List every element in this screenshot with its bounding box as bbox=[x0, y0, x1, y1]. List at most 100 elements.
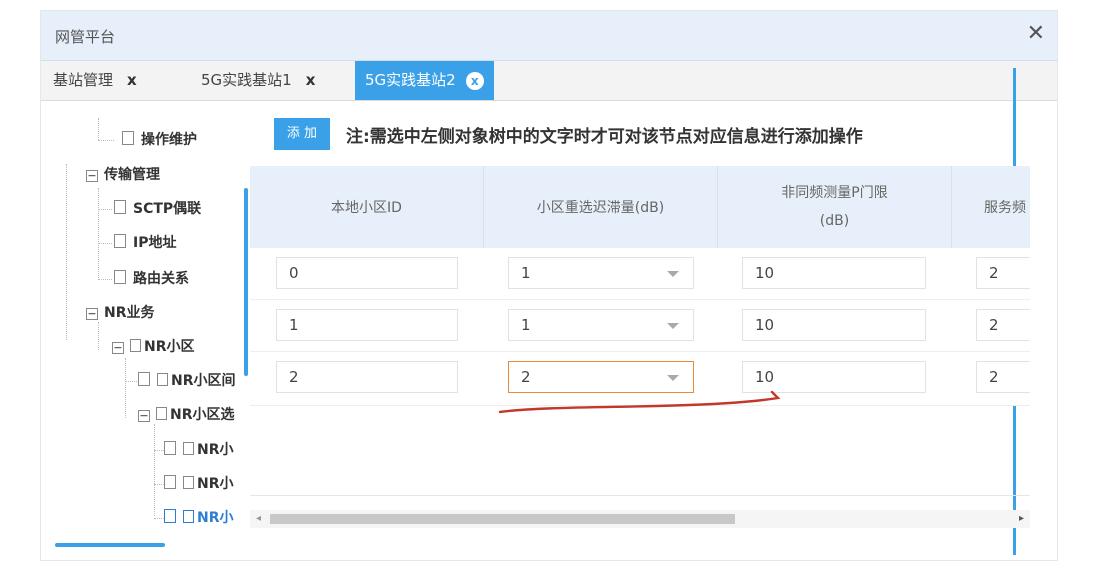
tree-item-label: IP地址 bbox=[133, 235, 177, 251]
service-freq-input[interactable]: 2 bbox=[976, 257, 1030, 289]
tree-item-sctp[interactable]: SCTP偶联 bbox=[114, 198, 201, 220]
tree-horizontal-scrollbar[interactable] bbox=[55, 543, 165, 547]
chevron-down-icon bbox=[667, 271, 679, 277]
tree-connector bbox=[98, 140, 114, 141]
document-icon bbox=[122, 131, 134, 145]
tab-close-icon[interactable]: x bbox=[465, 71, 484, 90]
document-icon bbox=[130, 339, 141, 352]
tree-connector bbox=[98, 188, 99, 280]
tree-item-ip-address[interactable]: IP地址 bbox=[114, 232, 176, 254]
tree-item-nr-sub-1[interactable]: NR小 bbox=[164, 439, 234, 461]
hysteresis-select[interactable]: 1 bbox=[508, 309, 694, 341]
tab-base-station-management[interactable]: 基站管理 x bbox=[53, 61, 137, 100]
hysteresis-select-focused[interactable]: 2 bbox=[508, 361, 694, 393]
collapse-icon[interactable]: − bbox=[112, 342, 124, 354]
tree-connector bbox=[98, 322, 99, 350]
tree-connector bbox=[154, 424, 155, 516]
tree-connector bbox=[154, 450, 164, 451]
service-freq-input[interactable]: 2 bbox=[976, 361, 1030, 393]
local-cell-id-input[interactable]: 1 bbox=[276, 309, 458, 341]
background-margin bbox=[0, 0, 40, 561]
tree-item-label: NR小 bbox=[197, 510, 234, 526]
column-header-measure-threshold: 非同频测量P门限 (dB) bbox=[718, 166, 952, 248]
tree-vertical-scrollbar[interactable] bbox=[244, 188, 248, 376]
tree-item-ops-maintenance[interactable]: 操作维护 bbox=[122, 129, 197, 151]
tab-label: 5G实践基站1 bbox=[201, 71, 292, 89]
document-icon bbox=[164, 475, 176, 489]
column-header-service-freq: 服务频 bbox=[984, 200, 1026, 216]
tree-item-label: 操作维护 bbox=[141, 132, 197, 148]
document-icon bbox=[183, 442, 194, 455]
tree-item-label: NR小区选 bbox=[170, 407, 235, 423]
chevron-down-icon bbox=[667, 323, 679, 329]
scrollbar-thumb[interactable] bbox=[270, 514, 735, 524]
column-header-reselection-hysteresis: 小区重选迟滞量(dB) bbox=[484, 166, 718, 248]
tree-item-label: SCTP偶联 bbox=[133, 201, 202, 217]
table-header: 本地小区ID 小区重选迟滞量(dB) 非同频测量P门限 (dB) 服务频 bbox=[250, 166, 1030, 248]
tree-item-nr-sub-3-selected[interactable]: NR小 bbox=[164, 507, 234, 529]
document-icon bbox=[164, 441, 176, 455]
tab-label: 5G实践基站2 bbox=[365, 71, 456, 89]
column-header-local-cell-id: 本地小区ID bbox=[250, 166, 484, 248]
tree-connector bbox=[154, 518, 164, 519]
instruction-note: 注:需选中左侧对象树中的文字时才可对该节点对应信息进行添加操作 bbox=[346, 127, 863, 147]
threshold-input[interactable]: 10 bbox=[742, 257, 926, 289]
tree-connector bbox=[125, 381, 139, 382]
parameter-table: 本地小区ID 小区重选迟滞量(dB) 非同频测量P门限 (dB) 服务频 0 1 … bbox=[250, 166, 1030, 532]
threshold-input[interactable]: 10 bbox=[742, 361, 926, 393]
service-freq-input[interactable]: 2 bbox=[976, 309, 1030, 341]
scroll-left-icon[interactable]: ◂ bbox=[256, 513, 261, 524]
tree-connector bbox=[98, 209, 112, 210]
tab-bar: 基站管理 x 5G实践基站1 x 5G实践基站2 x bbox=[41, 61, 1057, 101]
hysteresis-select[interactable]: 1 bbox=[508, 257, 694, 289]
document-icon bbox=[156, 407, 167, 420]
tree-item-nr-cell[interactable]: − NR小区 bbox=[112, 336, 195, 358]
tree-item-nr-inter-cell[interactable]: NR小区间 bbox=[138, 370, 236, 392]
tree-connector bbox=[98, 279, 112, 280]
tree-item-label: NR小 bbox=[197, 476, 234, 492]
tab-5g-practice-station-1[interactable]: 5G实践基站1 x bbox=[201, 61, 315, 100]
tree-item-label: NR小区间 bbox=[171, 373, 236, 389]
tab-label: 基站管理 bbox=[53, 71, 114, 89]
table-empty-area bbox=[250, 406, 1030, 496]
local-cell-id-input[interactable]: 2 bbox=[276, 361, 458, 393]
tree-connector bbox=[66, 164, 67, 340]
tree-connector bbox=[154, 484, 164, 485]
document-icon bbox=[157, 373, 168, 386]
chevron-down-icon bbox=[667, 375, 679, 381]
tree-item-label: NR小 bbox=[197, 442, 234, 458]
tab-close-icon[interactable]: x bbox=[306, 61, 316, 100]
threshold-input[interactable]: 10 bbox=[742, 309, 926, 341]
document-icon bbox=[114, 200, 126, 214]
collapse-icon[interactable]: − bbox=[86, 308, 98, 320]
collapse-icon[interactable]: − bbox=[138, 410, 150, 422]
tree-item-nr-service[interactable]: − NR业务 bbox=[86, 302, 155, 324]
tree-connector bbox=[98, 243, 112, 244]
tab-5g-practice-station-2[interactable]: 5G实践基站2 x bbox=[355, 61, 494, 100]
scroll-right-icon[interactable]: ▸ bbox=[1019, 513, 1024, 524]
table-horizontal-scrollbar[interactable]: ◂ ▸ bbox=[250, 510, 1030, 528]
close-icon[interactable]: ✕ bbox=[1027, 22, 1045, 46]
document-icon bbox=[138, 372, 150, 386]
collapse-icon[interactable]: − bbox=[86, 170, 98, 182]
tree-item-label: 路由关系 bbox=[133, 271, 189, 287]
tree-item-nr-sub-2[interactable]: NR小 bbox=[164, 473, 234, 495]
document-icon bbox=[183, 510, 194, 523]
window-title: 网管平台 bbox=[55, 28, 116, 46]
tree-item-label: NR小区 bbox=[144, 339, 195, 355]
tree-item-nr-cell-reselection[interactable]: − NR小区选 bbox=[138, 404, 235, 426]
tree-item-label: 传输管理 bbox=[104, 167, 160, 183]
document-icon bbox=[183, 476, 194, 489]
tree-item-route-relation[interactable]: 路由关系 bbox=[114, 268, 189, 290]
tab-close-icon[interactable]: x bbox=[127, 61, 137, 100]
tree-connector bbox=[98, 118, 99, 140]
document-icon bbox=[114, 270, 126, 284]
add-button[interactable]: 添 加 bbox=[274, 118, 330, 150]
document-icon bbox=[114, 234, 126, 248]
document-icon bbox=[164, 509, 176, 523]
tree-item-transport-management[interactable]: − 传输管理 bbox=[86, 164, 160, 186]
tree-connector bbox=[125, 358, 126, 418]
local-cell-id-input[interactable]: 0 bbox=[276, 257, 458, 289]
tree-item-label: NR业务 bbox=[104, 305, 155, 321]
title-bar: 网管平台 ✕ bbox=[41, 11, 1057, 61]
